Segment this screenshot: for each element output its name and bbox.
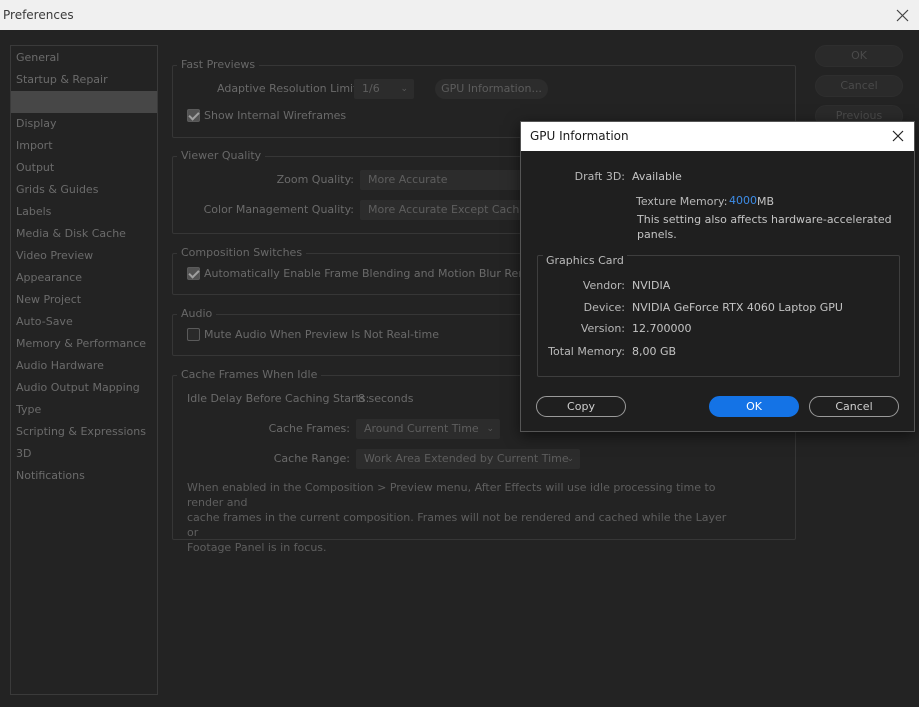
cancel-button[interactable]: Cancel (815, 75, 903, 97)
window-titlebar: Preferences (0, 0, 919, 30)
device-label: Device: (583, 301, 625, 314)
dialog-close-button[interactable] (888, 126, 908, 146)
gpu-information-dialog: GPU Information Draft 3D: Available Text… (520, 121, 915, 432)
cache-frames-value: Around Current Time (364, 422, 479, 435)
texture-note-line: This setting also affects hardware-accel… (637, 213, 892, 226)
category-item-audio-hardware[interactable]: Audio Hardware (11, 355, 157, 377)
dialog-cancel-button[interactable]: Cancel (809, 396, 899, 417)
gpu-information-button[interactable]: GPU Information... (435, 79, 548, 99)
category-item-auto-save[interactable]: Auto-Save (11, 311, 157, 333)
category-item-import[interactable]: Import (11, 135, 157, 157)
category-item-video-preview[interactable]: Video Preview (11, 245, 157, 267)
version-value: 12.700000 (632, 322, 692, 335)
idle-delay-label: Idle Delay Before Caching Starts: (187, 392, 370, 405)
show-wireframes-checkbox[interactable] (187, 109, 200, 122)
category-item-audio-output-mapping[interactable]: Audio Output Mapping (11, 377, 157, 399)
texture-memory-label: Texture Memory: (636, 195, 728, 208)
category-item-labels[interactable]: Labels (11, 201, 157, 223)
dialog-titlebar: GPU Information (521, 122, 914, 151)
total-memory-label: Total Memory: (548, 345, 625, 358)
idle-delay-value[interactable]: 8 seconds (358, 392, 413, 406)
category-item-3d[interactable]: 3D (11, 443, 157, 465)
cache-range-value: Work Area Extended by Current Time (364, 452, 569, 465)
total-memory-value: 8,00 GB (632, 345, 677, 358)
show-wireframes-label: Show Internal Wireframes (204, 109, 347, 122)
ok-button[interactable]: OK (815, 45, 903, 67)
texture-memory-value[interactable]: 4000 (729, 194, 757, 208)
cache-range-label: Cache Range: (273, 452, 350, 465)
cache-idle-description-line: cache frames in the current composition.… (187, 511, 727, 539)
composition-switches-title: Composition Switches (177, 246, 307, 260)
vendor-label: Vendor: (582, 279, 625, 292)
category-item-startup-repair[interactable]: Startup & Repair (11, 69, 157, 91)
auto-enable-blending-checkbox[interactable] (187, 267, 200, 280)
texture-memory-unit: MB (757, 195, 775, 208)
cache-frames-label: Cache Frames: (268, 422, 350, 435)
fast-previews-title: Fast Previews (177, 58, 260, 72)
window-title: Preferences (3, 8, 74, 22)
zoom-quality-dropdown[interactable]: More Accurate (360, 170, 530, 190)
category-item-memory-performance[interactable]: Memory & Performance (11, 333, 157, 355)
chevron-down-icon: ⌄ (400, 84, 408, 94)
vendor-value: NVIDIA (632, 279, 671, 292)
window-close-button[interactable] (891, 4, 913, 26)
category-item-notifications[interactable]: Notifications (11, 465, 157, 487)
category-item-general[interactable]: General (11, 47, 157, 69)
cache-idle-title: Cache Frames When Idle (177, 368, 322, 382)
close-icon (896, 9, 908, 21)
graphics-card-title: Graphics Card (543, 254, 627, 268)
category-item-new-project[interactable]: New Project (11, 289, 157, 311)
copy-button[interactable]: Copy (536, 396, 626, 417)
adaptive-resolution-value: 1/6 (362, 82, 380, 95)
cache-idle-description-line: When enabled in the Composition > Previe… (187, 481, 716, 509)
cache-idle-description: When enabled in the Composition > Previe… (187, 480, 732, 555)
texture-note-line: panels. (637, 228, 677, 241)
category-item-output[interactable]: Output (11, 157, 157, 179)
dialog-ok-button[interactable]: OK (709, 396, 799, 417)
category-item-appearance[interactable]: Appearance (11, 267, 157, 289)
cache-range-dropdown[interactable]: Work Area Extended by Current Time ⌄ (356, 449, 580, 469)
color-management-label: Color Management Quality: (203, 203, 354, 216)
adaptive-resolution-label: Adaptive Resolution Limit: (217, 82, 362, 95)
category-list: General Startup & Repair Display Import … (10, 45, 158, 695)
category-item-display[interactable]: Display (11, 113, 157, 135)
color-management-dropdown[interactable]: More Accurate Except Cached P (360, 200, 530, 220)
mute-audio-checkbox[interactable] (187, 328, 200, 341)
dialog-title: GPU Information (530, 129, 629, 143)
device-value: NVIDIA GeForce RTX 4060 Laptop GPU (632, 301, 843, 314)
category-item-selected[interactable] (11, 91, 157, 113)
draft3d-value: Available (632, 170, 682, 183)
mute-audio-label: Mute Audio When Preview Is Not Real-time (204, 328, 439, 341)
zoom-quality-label: Zoom Quality: (276, 173, 354, 186)
color-management-value: More Accurate Except Cached P (368, 203, 530, 216)
viewer-quality-title: Viewer Quality (177, 149, 266, 163)
draft3d-label: Draft 3D: (574, 170, 625, 183)
category-item-grids-guides[interactable]: Grids & Guides (11, 179, 157, 201)
chevron-down-icon: ⌄ (486, 424, 494, 434)
cache-idle-description-line: Footage Panel is in focus. (187, 541, 327, 554)
close-icon (892, 130, 904, 142)
cache-frames-dropdown[interactable]: Around Current Time ⌄ (356, 419, 500, 439)
zoom-quality-value: More Accurate (368, 173, 448, 186)
audio-title: Audio (177, 307, 217, 321)
category-item-media-disk-cache[interactable]: Media & Disk Cache (11, 223, 157, 245)
auto-enable-blending-label: Automatically Enable Frame Blending and … (204, 267, 561, 280)
category-item-scripting-expressions[interactable]: Scripting & Expressions (11, 421, 157, 443)
chevron-down-icon: ⌄ (566, 454, 574, 464)
adaptive-resolution-dropdown[interactable]: 1/6 ⌄ (354, 79, 414, 99)
version-label: Version: (580, 322, 625, 335)
category-item-type[interactable]: Type (11, 399, 157, 421)
